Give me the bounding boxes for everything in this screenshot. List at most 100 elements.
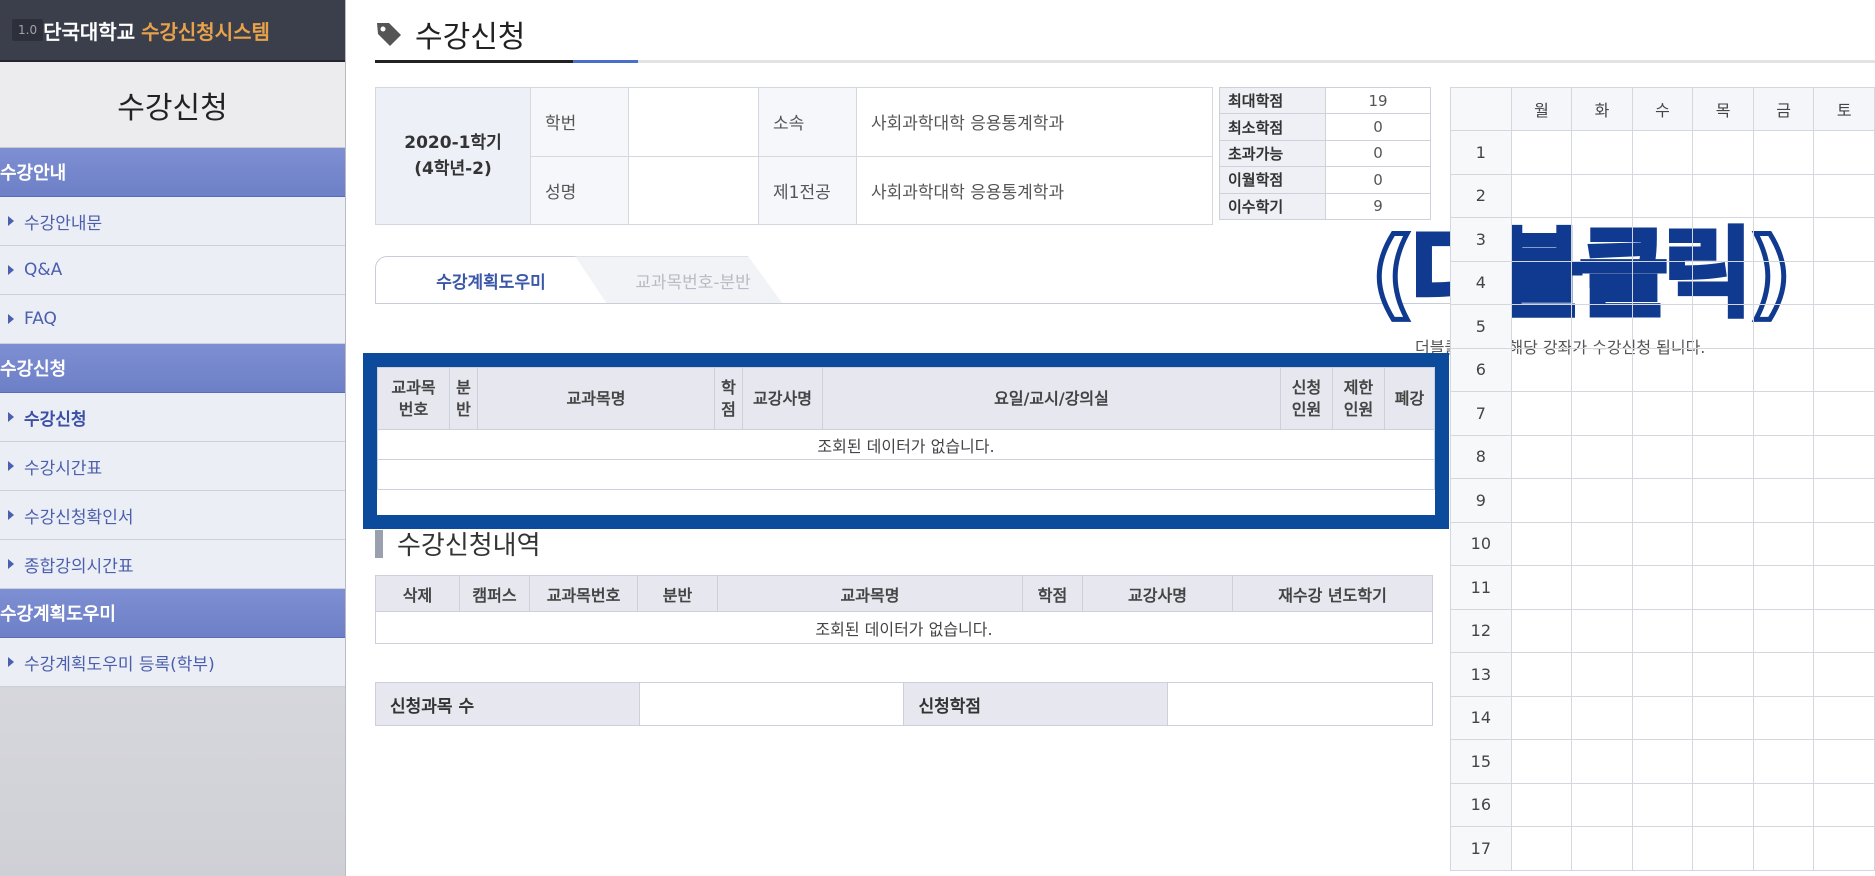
timetable-cell[interactable] <box>1813 782 1875 827</box>
timetable-cell[interactable] <box>1631 521 1694 566</box>
timetable-cell[interactable] <box>1571 391 1633 436</box>
timetable-cell[interactable] <box>1571 130 1633 175</box>
timetable-cell[interactable] <box>1510 695 1573 740</box>
timetable-cell[interactable] <box>1752 130 1815 175</box>
timetable-cell[interactable] <box>1571 304 1633 349</box>
timetable-cell[interactable] <box>1631 391 1694 436</box>
timetable-cell[interactable] <box>1571 782 1633 827</box>
sidebar-item-guide-doc[interactable]: 수강안내문 <box>0 197 345 246</box>
timetable-cell[interactable] <box>1692 478 1754 523</box>
timetable-cell[interactable] <box>1813 695 1875 740</box>
timetable-cell[interactable] <box>1510 608 1573 653</box>
timetable-cell[interactable] <box>1631 565 1694 610</box>
sidebar-item-planner-register[interactable]: 수강계획도우미 등록(학부) <box>0 638 345 687</box>
timetable-cell[interactable] <box>1813 217 1875 262</box>
timetable-cell[interactable] <box>1571 173 1633 218</box>
timetable-cell[interactable] <box>1813 652 1875 697</box>
timetable-cell[interactable] <box>1510 521 1573 566</box>
timetable-cell[interactable] <box>1752 391 1815 436</box>
timetable-cell[interactable] <box>1692 173 1754 218</box>
timetable-cell[interactable] <box>1813 478 1875 523</box>
timetable-cell[interactable] <box>1631 130 1694 175</box>
timetable-cell[interactable] <box>1813 304 1875 349</box>
timetable-cell[interactable] <box>1510 217 1573 262</box>
timetable-cell[interactable] <box>1510 478 1573 523</box>
sidebar-section-guide[interactable]: 수강안내 <box>0 148 345 197</box>
timetable-cell[interactable] <box>1631 434 1694 479</box>
timetable-cell[interactable] <box>1571 478 1633 523</box>
sidebar-item-qna[interactable]: Q&A <box>0 246 345 295</box>
timetable-cell[interactable] <box>1752 652 1815 697</box>
tab-planner[interactable]: 수강계획도우미 <box>375 256 607 304</box>
timetable-cell[interactable] <box>1752 782 1815 827</box>
sidebar-section-planner[interactable]: 수강계획도우미 <box>0 589 345 638</box>
timetable-cell[interactable] <box>1510 652 1573 697</box>
timetable-cell[interactable] <box>1692 521 1754 566</box>
timetable-cell[interactable] <box>1571 608 1633 653</box>
sidebar-section-registration[interactable]: 수강신청 <box>0 344 345 393</box>
timetable-cell[interactable] <box>1692 391 1754 436</box>
sidebar-item-faq[interactable]: FAQ <box>0 295 345 344</box>
timetable-cell[interactable] <box>1571 739 1633 784</box>
timetable-cell[interactable] <box>1631 652 1694 697</box>
timetable-cell[interactable] <box>1571 826 1633 871</box>
timetable-cell[interactable] <box>1752 565 1815 610</box>
timetable-cell[interactable] <box>1813 826 1875 871</box>
sidebar-item-confirmation[interactable]: 수강신청확인서 <box>0 491 345 540</box>
timetable-cell[interactable] <box>1571 347 1633 392</box>
timetable-cell[interactable] <box>1692 826 1754 871</box>
timetable-cell[interactable] <box>1752 695 1815 740</box>
timetable-cell[interactable] <box>1813 434 1875 479</box>
timetable-cell[interactable] <box>1631 347 1694 392</box>
timetable-cell[interactable] <box>1631 173 1694 218</box>
timetable-cell[interactable] <box>1571 565 1633 610</box>
timetable-cell[interactable] <box>1510 782 1573 827</box>
timetable-cell[interactable] <box>1510 434 1573 479</box>
timetable-cell[interactable] <box>1692 217 1754 262</box>
timetable-cell[interactable] <box>1631 826 1694 871</box>
timetable-cell[interactable] <box>1752 304 1815 349</box>
timetable-cell[interactable] <box>1813 608 1875 653</box>
timetable-cell[interactable] <box>1631 739 1694 784</box>
timetable-cell[interactable] <box>1631 304 1694 349</box>
timetable-cell[interactable] <box>1752 217 1815 262</box>
timetable-cell[interactable] <box>1510 347 1573 392</box>
sidebar-item-course-schedule[interactable]: 종합강의시간표 <box>0 540 345 589</box>
timetable-cell[interactable] <box>1510 826 1573 871</box>
timetable-cell[interactable] <box>1692 652 1754 697</box>
timetable-cell[interactable] <box>1752 739 1815 784</box>
timetable-cell[interactable] <box>1692 565 1754 610</box>
timetable-cell[interactable] <box>1692 130 1754 175</box>
timetable-cell[interactable] <box>1571 434 1633 479</box>
timetable-cell[interactable] <box>1813 260 1875 305</box>
timetable-cell[interactable] <box>1571 695 1633 740</box>
timetable-cell[interactable] <box>1692 304 1754 349</box>
timetable-cell[interactable] <box>1510 739 1573 784</box>
tab-course-number[interactable]: 교과목번호-분반 <box>573 256 783 304</box>
timetable-cell[interactable] <box>1631 695 1694 740</box>
timetable-cell[interactable] <box>1631 478 1694 523</box>
timetable-cell[interactable] <box>1692 739 1754 784</box>
timetable-cell[interactable] <box>1752 608 1815 653</box>
timetable-cell[interactable] <box>1813 391 1875 436</box>
timetable-cell[interactable] <box>1631 260 1694 305</box>
timetable-cell[interactable] <box>1752 347 1815 392</box>
timetable-cell[interactable] <box>1813 173 1875 218</box>
timetable-cell[interactable] <box>1510 260 1573 305</box>
timetable-cell[interactable] <box>1631 608 1694 653</box>
timetable-cell[interactable] <box>1752 173 1815 218</box>
timetable-cell[interactable] <box>1813 521 1875 566</box>
timetable-cell[interactable] <box>1752 434 1815 479</box>
timetable-cell[interactable] <box>1510 304 1573 349</box>
timetable-cell[interactable] <box>1631 217 1694 262</box>
timetable-cell[interactable] <box>1692 608 1754 653</box>
timetable-cell[interactable] <box>1692 782 1754 827</box>
timetable-cell[interactable] <box>1510 391 1573 436</box>
sidebar-item-registration[interactable]: 수강신청 <box>0 393 345 442</box>
timetable-cell[interactable] <box>1813 347 1875 392</box>
sidebar-item-timetable[interactable]: 수강시간표 <box>0 442 345 491</box>
timetable-cell[interactable] <box>1571 217 1633 262</box>
timetable-cell[interactable] <box>1510 173 1573 218</box>
timetable-cell[interactable] <box>1571 652 1633 697</box>
timetable-cell[interactable] <box>1571 260 1633 305</box>
